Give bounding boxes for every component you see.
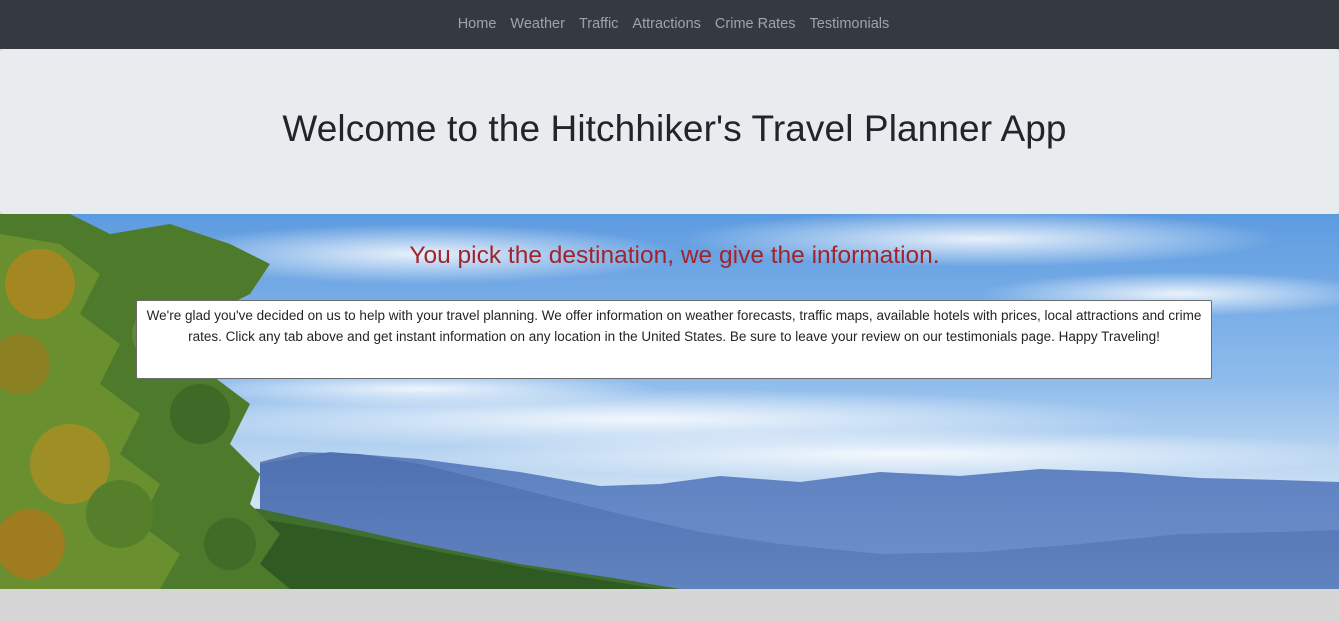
page-title: Welcome to the Hitchhiker's Travel Plann… (282, 107, 1067, 149)
intro-text-box: We're glad you've decided on us to help … (136, 300, 1212, 379)
nav-link-testimonials[interactable]: Testimonials (803, 16, 897, 32)
hero-banner: You pick the destination, we give the in… (0, 214, 1339, 589)
welcome-header: Welcome to the Hitchhiker's Travel Plann… (0, 49, 1339, 214)
nav-link-crime-rates[interactable]: Crime Rates (708, 16, 803, 32)
top-navbar: Home Weather Traffic Attractions Crime R… (0, 0, 1339, 49)
nav-link-attractions[interactable]: Attractions (625, 16, 708, 32)
nav-link-home[interactable]: Home (451, 16, 504, 32)
nav-link-traffic[interactable]: Traffic (572, 16, 625, 32)
nav-link-weather[interactable]: Weather (503, 16, 572, 32)
tagline: You pick the destination, we give the in… (409, 242, 940, 269)
footer-band (0, 589, 1339, 621)
nav-menu: Home Weather Traffic Attractions Crime R… (451, 0, 897, 49)
mountain-landscape-image (0, 214, 1339, 589)
